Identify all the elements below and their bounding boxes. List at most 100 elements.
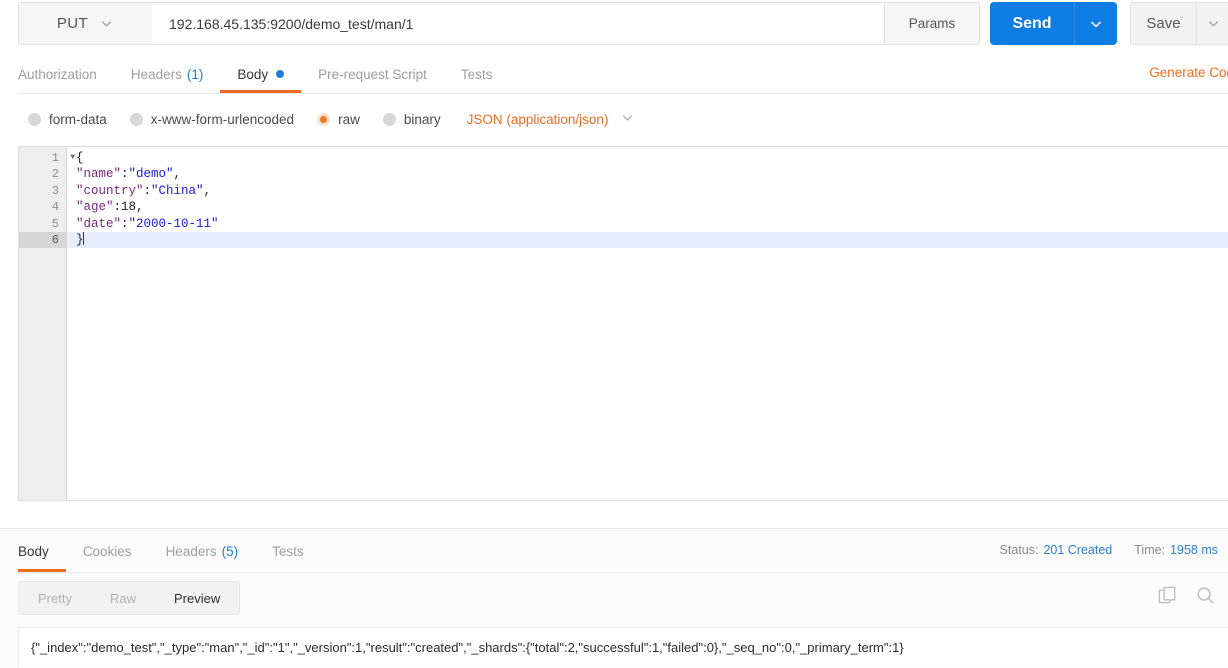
radio-raw-mark <box>317 112 331 126</box>
view-mode-preview[interactable]: Preview <box>155 582 239 614</box>
text-cursor <box>82 231 84 245</box>
response-tab-headers[interactable]: Headers (5) <box>149 531 256 571</box>
radio-raw-label: raw <box>338 111 360 127</box>
radio-form-data-label: form-data <box>49 111 107 127</box>
radio-binary[interactable]: binary <box>382 111 441 127</box>
gutter-line-3: 3 <box>51 183 59 198</box>
code-line: { <box>67 150 1228 166</box>
gutter-line-1: 1 <box>51 151 59 165</box>
tab-pre-request-script-label: Pre-request Script <box>318 66 427 82</box>
send-button-group: Send <box>990 2 1117 45</box>
gutter-line-number: 6 <box>19 231 66 249</box>
code-line-5-value: "2000-10-11" <box>128 216 219 231</box>
gutter-line-number: 1 ▼ <box>19 150 75 166</box>
response-tab-headers-count: (5) <box>221 543 239 559</box>
chevron-down-icon <box>99 16 114 31</box>
response-tab-body-label: Body <box>18 543 49 559</box>
tab-headers-label: Headers <box>130 66 182 82</box>
tab-body[interactable]: Body <box>220 56 301 93</box>
editor-gutter: 1 ▼ 2 3 4 5 6 <box>19 147 75 500</box>
request-tabs: Authorization Headers (1) Body Pre-reque… <box>18 56 1228 94</box>
tab-tests[interactable]: Tests <box>444 56 510 92</box>
code-line: "country":"China", <box>67 183 1228 199</box>
code-line: } <box>67 231 1228 249</box>
code-line-3-value: "China" <box>151 183 204 198</box>
code-line-4-key: "age" <box>76 200 114 215</box>
gutter-line-number: 3 <box>19 183 66 199</box>
content-type-label: JSON (application/json) <box>466 111 609 127</box>
url-bar: PUT 192.168.45.135:9200/demo_test/man/1 … <box>18 2 1228 45</box>
time-value: 1958 ms <box>1170 543 1218 557</box>
time-label: Time: <box>1134 543 1166 557</box>
radio-raw[interactable]: raw <box>317 112 360 127</box>
request-url-input[interactable]: 192.168.45.135:9200/demo_test/man/1 <box>152 2 884 45</box>
response-meta: Status: 201 Created Time: 1958 ms <box>1000 543 1218 557</box>
response-tab-body[interactable]: Body <box>18 531 66 572</box>
radio-binary-mark <box>382 112 396 126</box>
view-mode-pretty[interactable]: Pretty <box>19 582 91 614</box>
response-tabs: Body Cookies Headers (5) Tests Status: 2… <box>18 531 1228 573</box>
tab-headers-count: (1) <box>186 66 204 82</box>
save-options-chevron-down-icon[interactable] <box>1196 2 1228 45</box>
code-line: "date":"2000-10-11" <box>67 216 1228 232</box>
code-line-5-key: "date" <box>76 216 122 231</box>
send-button[interactable]: Send <box>990 2 1074 45</box>
gutter-line-5: 5 <box>51 216 59 231</box>
content-type-dropdown[interactable]: JSON (application/json) <box>467 110 636 128</box>
response-actions <box>1157 585 1216 606</box>
code-line-4-value: 18 <box>121 200 137 215</box>
code-line-4-colon: : <box>113 200 122 215</box>
status-label: Status: <box>999 543 1039 557</box>
generate-code-link[interactable]: Generate Cod <box>1149 65 1228 80</box>
view-mode-raw[interactable]: Raw <box>91 582 155 614</box>
response-tab-tests-label: Tests <box>272 543 304 559</box>
search-icon[interactable] <box>1195 585 1216 606</box>
tab-authorization-label: Authorization <box>18 66 97 82</box>
response-tab-cookies[interactable]: Cookies <box>66 531 149 571</box>
tab-pre-request-script[interactable]: Pre-request Script <box>301 56 444 92</box>
code-line-5-colon: : <box>121 216 129 231</box>
save-button-group: Save <box>1130 2 1228 45</box>
response-body-content: {"_index":"demo_test","_type":"man","_id… <box>18 627 1228 667</box>
code-line: "age":18, <box>67 199 1228 215</box>
radio-form-data[interactable]: form-data <box>28 112 107 127</box>
body-type-radio-group: form-data x-www-form-urlencoded raw bina… <box>28 103 635 135</box>
code-line-1-text: { <box>76 151 84 165</box>
editor-code-area[interactable]: { "name":"demo", "country":"China", "age… <box>67 147 1228 500</box>
body-modified-dot-icon <box>276 70 285 78</box>
code-line-2-value: "demo" <box>128 167 174 182</box>
code-line-3-comma: , <box>203 183 212 198</box>
send-options-chevron-down-icon[interactable] <box>1074 2 1117 45</box>
gutter-line-2: 2 <box>51 167 59 182</box>
request-panel: PUT 192.168.45.135:9200/demo_test/man/1 … <box>0 0 1228 521</box>
radio-x-www-form-urlencoded[interactable]: x-www-form-urlencoded <box>129 112 294 127</box>
tab-tests-label: Tests <box>460 66 493 82</box>
status-badge: 201 Created <box>1043 543 1113 557</box>
code-line: "name":"demo", <box>67 166 1228 182</box>
gutter-line-6: 6 <box>51 232 59 247</box>
response-view-toggle: Pretty Raw Preview <box>18 581 241 615</box>
tab-authorization[interactable]: Authorization <box>18 56 114 92</box>
tab-headers[interactable]: Headers (1) <box>114 56 221 92</box>
radio-x-www-form-urlencoded-mark <box>129 112 143 126</box>
code-line-2-key: "name" <box>76 167 122 182</box>
http-method-label: PUT <box>56 15 89 32</box>
response-tab-tests[interactable]: Tests <box>255 531 321 571</box>
request-body-editor[interactable]: 1 ▼ 2 3 4 5 6 { "name":"demo", "country"… <box>18 146 1228 501</box>
code-line-2-colon: : <box>121 167 129 182</box>
response-tab-cookies-label: Cookies <box>82 543 132 559</box>
code-line-4-comma: , <box>136 200 144 215</box>
http-method-dropdown[interactable]: PUT <box>18 2 152 45</box>
save-button[interactable]: Save <box>1130 2 1196 45</box>
tab-body-label: Body <box>237 66 269 82</box>
gutter-line-4: 4 <box>51 200 59 215</box>
radio-form-data-mark <box>28 112 41 126</box>
params-button[interactable]: Params <box>884 2 980 45</box>
gutter-line-number: 2 <box>19 166 66 182</box>
copy-icon[interactable] <box>1157 585 1178 606</box>
chevron-down-icon <box>620 110 635 128</box>
radio-binary-label: binary <box>403 111 441 127</box>
response-tab-headers-label: Headers <box>165 543 217 559</box>
gutter-line-number: 4 <box>19 199 66 215</box>
code-line-2-comma: , <box>173 167 182 182</box>
